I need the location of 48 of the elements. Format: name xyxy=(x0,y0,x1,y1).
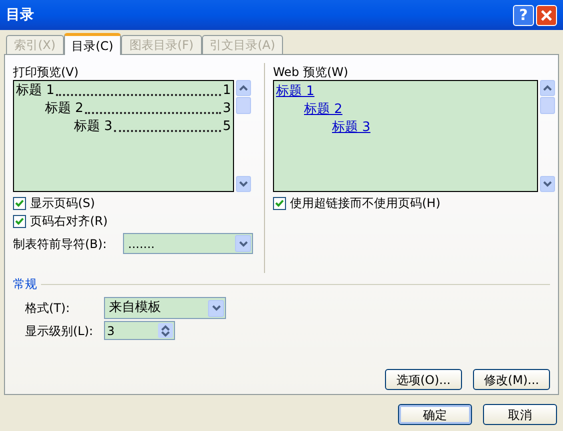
caret-down-icon xyxy=(212,305,220,311)
window-title: 目录 xyxy=(6,6,35,24)
preview-label: 打印预览(V) xyxy=(13,64,80,79)
field-label: 制表符前导符(B): xyxy=(13,236,108,252)
scroll-down-button[interactable] xyxy=(236,176,250,192)
help-button[interactable]: ? xyxy=(513,4,534,26)
checkbox[interactable] xyxy=(13,196,26,210)
page-number: 1 xyxy=(222,82,231,100)
heading-link[interactable]: 标题 1 xyxy=(276,82,314,100)
heading-link[interactable]: 标题 2 xyxy=(304,100,342,118)
scroll-up-button[interactable] xyxy=(236,80,250,96)
scroll-thumb[interactable] xyxy=(236,97,250,114)
caret-up-icon xyxy=(238,85,248,91)
heading-entry: 标题 1 xyxy=(16,82,54,100)
scroll-up-button[interactable] xyxy=(540,80,554,96)
caret-down-icon xyxy=(542,181,552,187)
preview-label: Web 预览(W) xyxy=(273,64,350,79)
dialog-button[interactable]: 确定 xyxy=(398,404,472,425)
level-spinner[interactable]: 3 xyxy=(104,321,175,340)
dialog-button[interactable]: 修改(M)... xyxy=(473,369,550,390)
checkbox[interactable] xyxy=(273,196,286,210)
heading-link[interactable]: 标题 3 xyxy=(332,118,370,136)
group-heading: 常规 xyxy=(13,276,37,293)
leader-dropdown[interactable]: ....... xyxy=(123,233,253,254)
caret-down-icon xyxy=(238,240,248,246)
checkbox-label: 显示页码(S) xyxy=(30,195,95,212)
page-number: 3 xyxy=(222,100,231,118)
dialog-button[interactable]: 选项(O)... xyxy=(385,369,462,390)
page-number: 5 xyxy=(222,118,231,136)
heading-entry: 标题 2 xyxy=(45,100,84,118)
scroll-down-button[interactable] xyxy=(540,176,554,192)
field-label: 显示级别(L): xyxy=(25,322,94,340)
format-dropdown[interactable]: 来自模板 xyxy=(104,297,226,319)
heading-entry: 标题 3 xyxy=(74,118,112,136)
scroll-thumb[interactable] xyxy=(540,97,554,114)
checkbox-label: 使用超链接而不使用页码(H) xyxy=(290,195,440,212)
caret-up-icon xyxy=(542,85,552,91)
spin-arrows-icon xyxy=(158,323,173,338)
dropdown-arrow-button[interactable] xyxy=(235,235,251,252)
checkbox-label: 页码右对齐(R) xyxy=(30,213,108,230)
field-label: 格式(T): xyxy=(25,300,71,317)
dialog-button[interactable]: 取消 xyxy=(483,404,557,425)
tab[interactable]: 目录(C) xyxy=(64,33,122,55)
caret-down-icon xyxy=(238,181,248,187)
dropdown-arrow-button[interactable] xyxy=(208,300,224,316)
close-icon xyxy=(540,8,553,22)
close-button[interactable] xyxy=(536,4,557,26)
checkbox[interactable] xyxy=(13,214,26,228)
